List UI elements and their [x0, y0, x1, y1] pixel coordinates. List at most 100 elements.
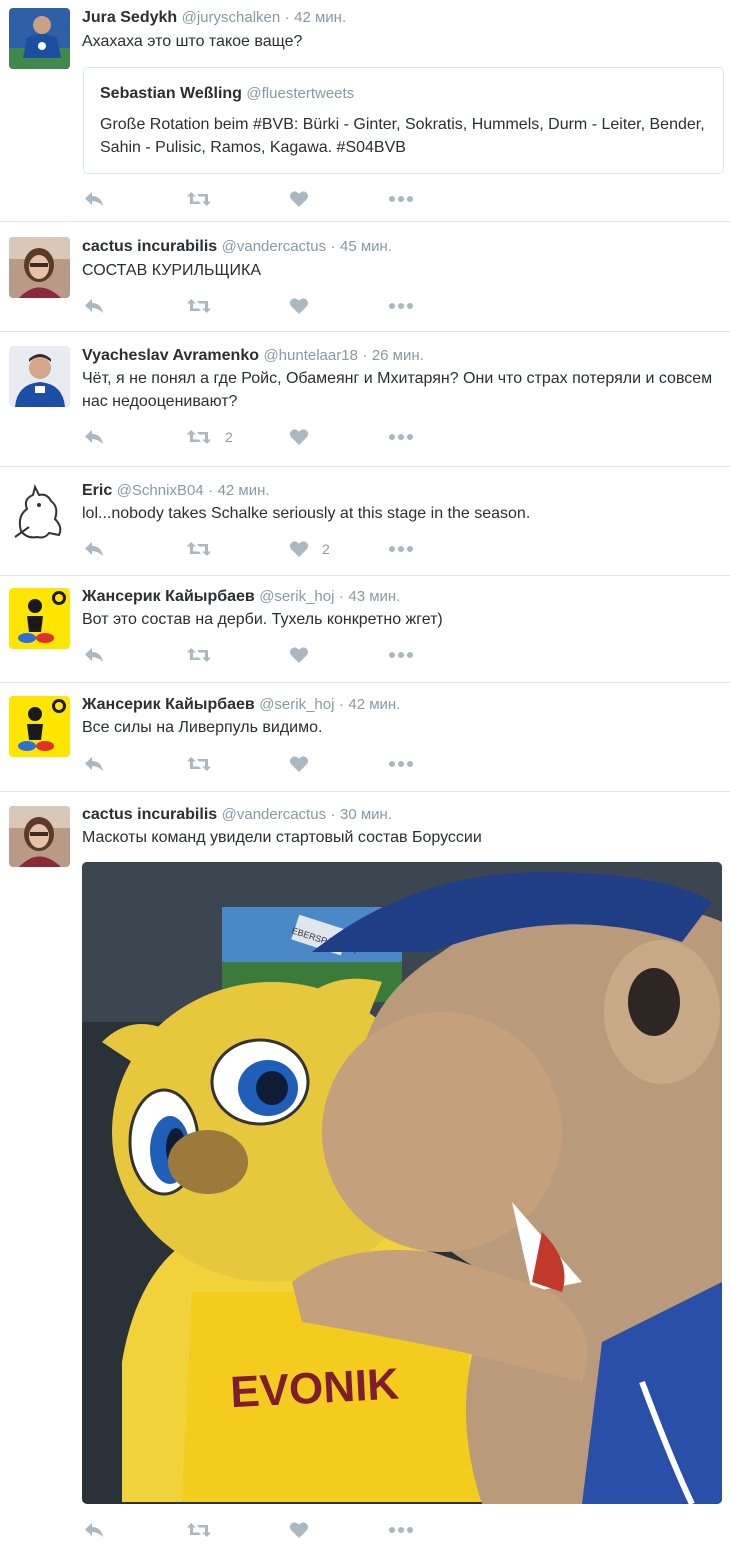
retweet-button[interactable]: [186, 753, 225, 775]
tweet[interactable]: cactus incurabilis @vandercactus · 45 ми…: [0, 222, 730, 332]
separator: ·: [338, 588, 344, 605]
avatar[interactable]: [9, 237, 70, 298]
reply-icon: [83, 428, 105, 446]
timestamp[interactable]: 42 мин.: [348, 696, 400, 713]
like-button[interactable]: 2: [289, 538, 330, 560]
tweet-text: lol...nobody takes Schalke seriously at …: [82, 505, 531, 522]
tweet[interactable]: Жансерик Кайырбаев @serik_hoj · 43 мин. …: [0, 576, 730, 683]
like-button[interactable]: [289, 188, 322, 210]
author-handle[interactable]: @vandercactus: [222, 806, 326, 823]
retweet-button[interactable]: [186, 538, 225, 560]
author-handle[interactable]: @SchnixB04: [117, 482, 204, 499]
separator: ·: [330, 806, 336, 823]
more-button[interactable]: [388, 188, 414, 210]
separator: ·: [284, 9, 290, 26]
like-button[interactable]: [289, 753, 322, 775]
author-handle[interactable]: @serik_hoj: [259, 588, 334, 605]
avatar[interactable]: [9, 696, 70, 757]
avatar[interactable]: [9, 806, 70, 867]
reply-button[interactable]: [83, 1519, 105, 1541]
author-name[interactable]: Eric: [82, 482, 112, 499]
more-button[interactable]: [388, 295, 414, 317]
avatar[interactable]: [9, 8, 70, 69]
tweet-actions: 2: [83, 426, 443, 448]
tweet-photo[interactable]: EBERSPÄCHER EVONIK: [82, 862, 722, 1504]
reply-button[interactable]: [83, 753, 105, 775]
timestamp[interactable]: 42 мин.: [218, 482, 270, 499]
separator: ·: [362, 347, 368, 364]
reply-button[interactable]: [83, 295, 105, 317]
tweet[interactable]: Eric @SchnixB04 · 42 мин. lol...nobody t…: [0, 467, 730, 576]
more-button[interactable]: [388, 538, 414, 560]
timestamp[interactable]: 42 мин.: [294, 9, 346, 26]
more-button[interactable]: [388, 1519, 414, 1541]
like-button[interactable]: [289, 644, 322, 666]
separator: ·: [208, 482, 214, 499]
author-name[interactable]: cactus incurabilis: [82, 806, 217, 823]
retweet-button[interactable]: [186, 188, 225, 210]
reply-button[interactable]: [83, 644, 105, 666]
timestamp[interactable]: 45 мин.: [340, 238, 392, 255]
more-icon: [388, 755, 414, 773]
like-button[interactable]: [289, 1519, 322, 1541]
more-icon: [388, 428, 414, 446]
tweet[interactable]: Jura Sedykh @juryschalken · 42 мин. Ахах…: [0, 0, 730, 222]
author-handle[interactable]: @juryschalken: [182, 9, 281, 26]
quoted-tweet[interactable]: Sebastian Weßling @fluestertweets Große …: [83, 67, 724, 174]
tweet-actions: [83, 644, 443, 666]
reply-icon: [83, 540, 105, 558]
reply-button[interactable]: [83, 188, 105, 210]
retweet-button[interactable]: 2: [186, 426, 233, 448]
more-button[interactable]: [388, 426, 414, 448]
reply-icon: [83, 646, 105, 664]
author-handle[interactable]: @vandercactus: [222, 238, 326, 255]
retweet-icon: [186, 540, 212, 558]
tweet-text: Ахахаха это што такое ваще?: [82, 33, 303, 50]
author-handle[interactable]: @serik_hoj: [259, 696, 334, 713]
more-icon: [388, 646, 414, 664]
author-name[interactable]: Жансерик Кайырбаев: [82, 696, 255, 713]
timestamp[interactable]: 30 мин.: [340, 806, 392, 823]
timestamp[interactable]: 43 мин.: [348, 588, 400, 605]
heart-icon: [289, 297, 309, 315]
retweet-button[interactable]: [186, 295, 225, 317]
avatar[interactable]: [9, 588, 70, 649]
more-button[interactable]: [388, 644, 414, 666]
quoted-author-handle: @fluestertweets: [246, 85, 355, 102]
like-button[interactable]: [289, 295, 322, 317]
author-name[interactable]: Jura Sedykh: [82, 9, 177, 26]
author-handle[interactable]: @huntelaar18: [263, 347, 357, 364]
tweet-text: СОСТАВ КУРИЛЬЩИКА: [82, 262, 262, 279]
reply-button[interactable]: [83, 426, 105, 448]
tweet-actions: [83, 1519, 443, 1541]
retweet-icon: [186, 297, 212, 315]
retweet-icon: [186, 646, 212, 664]
heart-icon: [289, 540, 309, 558]
timestamp[interactable]: 26 мин.: [372, 347, 424, 364]
more-icon: [388, 297, 414, 315]
reply-button[interactable]: [83, 538, 105, 560]
retweet-button[interactable]: [186, 1519, 225, 1541]
author-name[interactable]: cactus incurabilis: [82, 238, 217, 255]
retweet-count: 2: [225, 429, 233, 445]
tweet-text: Вот это состав на дерби. Тухель конкретн…: [82, 611, 443, 628]
tweet-text: Все силы на Ливерпуль видимо.: [82, 719, 323, 736]
avatar[interactable]: [9, 481, 70, 542]
more-button[interactable]: [388, 753, 414, 775]
author-name[interactable]: Vyacheslav Avramenko: [82, 347, 259, 364]
heart-icon: [289, 1521, 309, 1539]
like-button[interactable]: [289, 426, 322, 448]
retweet-button[interactable]: [186, 644, 225, 666]
tweet[interactable]: Vyacheslav Avramenko @huntelaar18 · 26 м…: [0, 332, 730, 467]
avatar[interactable]: [9, 346, 70, 407]
author-name[interactable]: Жансерик Кайырбаев: [82, 588, 255, 605]
reply-icon: [83, 755, 105, 773]
quoted-tweet-text: Große Rotation beim #BVB: Bürki - Ginter…: [100, 116, 705, 156]
reply-icon: [83, 297, 105, 315]
tweet-actions: [83, 295, 443, 317]
tweet[interactable]: Жансерик Кайырбаев @serik_hoj · 42 мин. …: [0, 683, 730, 792]
heart-icon: [289, 428, 309, 446]
reply-icon: [83, 190, 105, 208]
sponsor-text: EVONIK: [229, 1360, 400, 1418]
heart-icon: [289, 646, 309, 664]
